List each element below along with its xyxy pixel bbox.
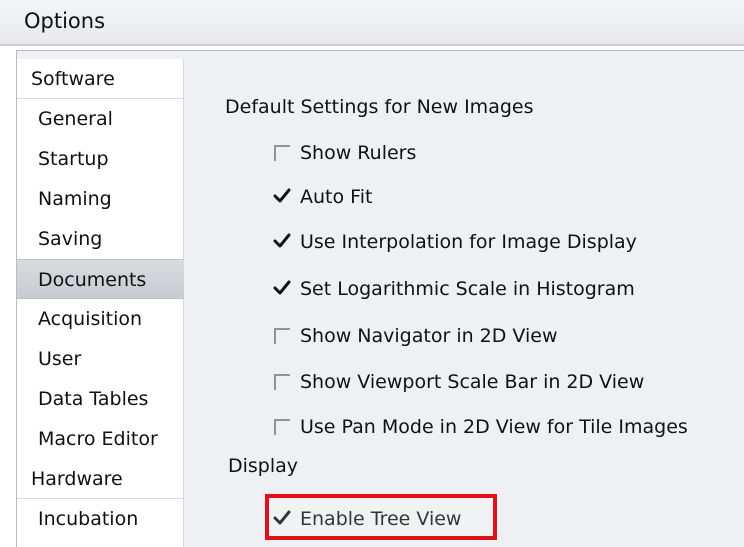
sidebar-item-acquisition[interactable]: Acquisition bbox=[17, 299, 184, 339]
sidebar-group-hardware[interactable]: Hardware bbox=[17, 459, 184, 499]
highlight-box bbox=[265, 494, 497, 540]
checkbox-checked-icon[interactable] bbox=[273, 280, 291, 297]
option-auto-fit[interactable]: Auto Fit bbox=[273, 183, 373, 211]
checkbox-unchecked-icon[interactable] bbox=[274, 145, 290, 161]
dialog-title: Options bbox=[24, 9, 106, 33]
checkbox-unchecked-icon[interactable] bbox=[274, 328, 290, 344]
sidebar-item-saving[interactable]: Saving bbox=[17, 219, 184, 259]
option-viewport-scale-bar[interactable]: Show Viewport Scale Bar in 2D View bbox=[274, 368, 644, 396]
dialog-titlebar: Options bbox=[0, 0, 744, 46]
option-log-scale-histogram[interactable]: Set Logarithmic Scale in Histogram bbox=[273, 275, 635, 303]
option-use-interpolation[interactable]: Use Interpolation for Image Display bbox=[273, 228, 637, 256]
option-show-navigator[interactable]: Show Navigator in 2D View bbox=[274, 322, 558, 350]
option-label: Use Interpolation for Image Display bbox=[300, 231, 637, 253]
sidebar-item-naming[interactable]: Naming bbox=[17, 179, 184, 219]
option-pan-mode[interactable]: Use Pan Mode in 2D View for Tile Images bbox=[274, 413, 688, 441]
option-label: Show Viewport Scale Bar in 2D View bbox=[300, 371, 645, 393]
sidebar-item-general[interactable]: General bbox=[17, 99, 184, 139]
option-label: Use Pan Mode in 2D View for Tile Images bbox=[300, 416, 688, 438]
checkbox-unchecked-icon[interactable] bbox=[274, 374, 290, 390]
default-settings-heading: Default Settings for New Images bbox=[225, 96, 534, 118]
sidebar-item-macro-editor[interactable]: Macro Editor bbox=[17, 419, 184, 459]
checkbox-unchecked-icon[interactable] bbox=[274, 419, 290, 435]
sidebar-item-startup[interactable]: Startup bbox=[17, 139, 184, 179]
option-label: Show Rulers bbox=[300, 142, 417, 164]
option-label: Show Navigator in 2D View bbox=[300, 325, 558, 347]
display-heading: Display bbox=[228, 455, 299, 477]
settings-panel: Default Settings for New Images Show Rul… bbox=[184, 59, 744, 547]
sidebar-item-data-tables[interactable]: Data Tables bbox=[17, 379, 184, 419]
options-sidebar: Software General Startup Naming Saving D… bbox=[17, 59, 193, 547]
sidebar-item-incubation[interactable]: Incubation bbox=[17, 499, 184, 539]
sidebar-item-user[interactable]: User bbox=[17, 339, 184, 379]
sidebar-item-documents[interactable]: Documents bbox=[17, 259, 193, 299]
option-label: Auto Fit bbox=[300, 186, 373, 208]
option-label: Set Logarithmic Scale in Histogram bbox=[300, 278, 635, 300]
checkbox-checked-icon[interactable] bbox=[273, 188, 291, 205]
sidebar-group-software[interactable]: Software bbox=[17, 59, 184, 99]
checkbox-checked-icon[interactable] bbox=[273, 233, 291, 250]
option-show-rulers[interactable]: Show Rulers bbox=[274, 139, 416, 167]
